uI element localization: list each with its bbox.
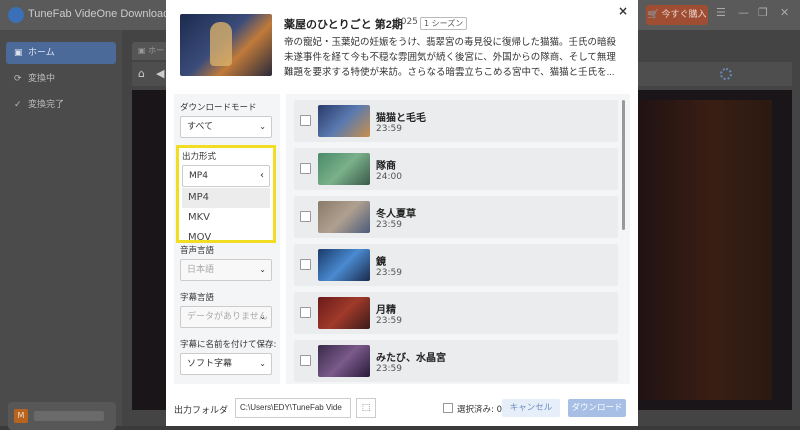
select-all-checkbox[interactable]: [443, 403, 453, 413]
chevron-left-icon: ‹: [260, 170, 264, 181]
format-option-mov[interactable]: MOV: [182, 228, 270, 248]
hamburger-icon[interactable]: ☰: [716, 6, 726, 19]
home-icon: ▣: [14, 48, 23, 58]
selected-count: 選択済み: 0: [457, 405, 502, 415]
output-folder-label: 出力フォルダ: [174, 406, 229, 416]
download-mode-select[interactable]: すべて ⌄: [180, 116, 272, 138]
list-item[interactable]: 隊商 24:00: [294, 148, 618, 190]
list-item[interactable]: みたび、水晶宮 23:59: [294, 340, 618, 382]
episode-list: 猫猫と毛毛 23:59 隊商 24:00 冬人夏草 23:59 鏡 23:59 …: [286, 94, 630, 384]
sidebar-item-home[interactable]: ▣ ホーム: [6, 42, 116, 64]
home-nav-icon[interactable]: ⌂: [138, 67, 145, 80]
chevron-down-icon: ⌄: [259, 265, 266, 274]
completed-icon: ✓: [14, 100, 22, 110]
download-button[interactable]: ダウンロード: [568, 399, 626, 417]
chevron-down-icon: ⌄: [259, 312, 266, 321]
subtitle-save-label: 字幕に名前を付けて保存:: [180, 340, 277, 350]
season-badge: 1 シーズン: [420, 17, 468, 30]
audio-lang-select[interactable]: 日本語 ⌄: [180, 259, 272, 281]
show-title: 薬屋のひとりごと 第2期: [284, 19, 403, 31]
output-format-value: MP4: [189, 171, 208, 181]
list-item[interactable]: 月精 23:59: [294, 292, 618, 334]
sidebar-item-completed[interactable]: ✓ 変換完了: [6, 94, 116, 116]
list-item[interactable]: 猫猫と毛毛 23:59: [294, 100, 618, 142]
episode-checkbox[interactable]: [300, 115, 311, 126]
app-logo-icon: [8, 7, 24, 23]
episode-checkbox[interactable]: [300, 163, 311, 174]
episode-thumbnail: [318, 105, 370, 137]
download-mode-value: すべて: [187, 122, 214, 132]
episode-checkbox[interactable]: [300, 307, 311, 318]
subtitle-lang-select[interactable]: データがありません ⌄: [180, 306, 272, 328]
chevron-down-icon: ⌄: [259, 359, 266, 368]
episode-title: 冬人夏草: [376, 209, 416, 220]
download-options-dialog: × 薬屋のひとりごと 第2期 2025 1 シーズン 帝の寵妃・玉葉妃の妊娠をう…: [166, 0, 638, 426]
converting-icon: ⟳: [14, 74, 22, 84]
episode-title: 月精: [376, 305, 396, 316]
close-icon[interactable]: ✕: [780, 6, 789, 19]
show-thumbnail: [180, 14, 272, 76]
show-year: 2025: [395, 17, 418, 27]
app-sidebar: ▣ ホーム ⟳ 変換中 ✓ 変換完了 M: [0, 30, 122, 430]
show-synopsis: 帝の寵妃・玉葉妃の妊娠をうけ、翡翠宮の毒見役に復帰した猫猫。壬氏の暗殺未遂事件を…: [284, 37, 617, 78]
close-icon[interactable]: ×: [618, 4, 628, 18]
sidebar-item-converting[interactable]: ⟳ 変換中: [6, 68, 116, 90]
episode-checkbox[interactable]: [300, 355, 311, 366]
list-item[interactable]: 鏡 23:59: [294, 244, 618, 286]
episode-duration: 24:00: [376, 172, 402, 182]
episode-list-scrollbar[interactable]: [622, 100, 625, 230]
episode-checkbox[interactable]: [300, 259, 311, 270]
subtitle-save-select[interactable]: ソフト字幕 ⌄: [180, 353, 272, 375]
episode-checkbox[interactable]: [300, 211, 311, 222]
list-item[interactable]: 冬人夏草 23:59: [294, 196, 618, 238]
sidebar-item-label: ホーム: [28, 48, 55, 58]
loading-spinner-icon: [720, 68, 732, 80]
audio-lang-value: 日本語: [187, 265, 215, 275]
episode-thumbnail: [318, 249, 370, 281]
output-format-select[interactable]: MP4 ‹: [182, 165, 270, 187]
chevron-down-icon: ⌄: [259, 122, 266, 131]
download-mode-label: ダウンロードモード: [180, 103, 257, 113]
output-path-field[interactable]: C:\Users\EDY\TuneFab Vide: [235, 398, 351, 418]
format-option-mkv[interactable]: MKV: [182, 208, 270, 228]
cancel-button[interactable]: キャンセル: [502, 399, 560, 417]
thumbnail-figure: [210, 22, 232, 66]
browse-folder-icon[interactable]: ⬚: [356, 398, 376, 418]
episode-duration: 23:59: [376, 220, 402, 230]
episode-thumbnail: [318, 345, 370, 377]
episode-thumbnail: [318, 153, 370, 185]
subtitle-lang-label: 字幕言語: [180, 293, 215, 303]
sidebar-item-label: 変換中: [28, 74, 56, 84]
episode-thumbnail: [318, 297, 370, 329]
sidebar-item-label: 変換完了: [28, 100, 65, 110]
episode-duration: 23:59: [376, 316, 402, 326]
episode-duration: 23:59: [376, 124, 402, 134]
subtitle-save-value: ソフト字幕: [187, 359, 233, 369]
app-title: TuneFab VideOne Downloader: [28, 8, 180, 20]
episode-title: 隊商: [376, 161, 396, 172]
episode-title: 猫猫と毛毛: [376, 113, 426, 124]
subtitle-lang-placeholder: データがありません: [187, 312, 268, 322]
output-format-label: 出力形式: [182, 152, 217, 162]
episode-title: 鏡: [376, 257, 386, 268]
user-name-blurred: [34, 411, 104, 421]
format-option-mp4[interactable]: MP4: [182, 188, 270, 208]
episode-duration: 23:59: [376, 268, 402, 278]
buy-now-button[interactable]: 🛒 今すぐ購入: [646, 5, 708, 25]
episode-thumbnail: [318, 201, 370, 233]
output-format-menu: MP4 MKV MOV: [182, 188, 270, 248]
maximize-icon[interactable]: ❐: [758, 6, 768, 19]
episode-duration: 23:59: [376, 364, 402, 374]
video-art: [622, 100, 772, 400]
output-format-highlight: 出力形式 MP4 ‹ MP4 MKV MOV: [176, 145, 276, 243]
episode-title: みたび、水晶宮: [376, 353, 446, 364]
minimize-icon[interactable]: —: [738, 6, 749, 19]
avatar: M: [14, 409, 28, 423]
back-arrow-icon[interactable]: ◀: [156, 67, 164, 80]
